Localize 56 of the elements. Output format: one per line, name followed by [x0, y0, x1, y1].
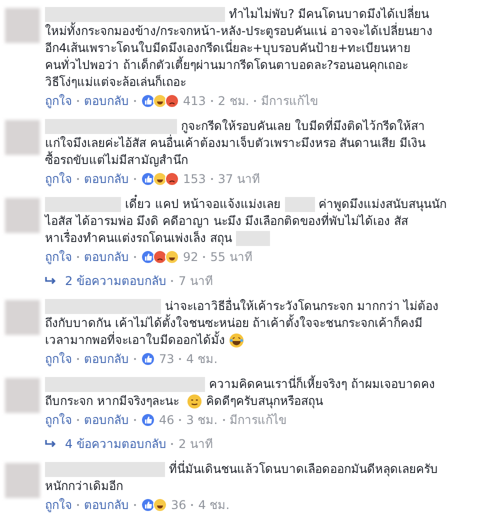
reply-link[interactable]: ตอบกลับ	[84, 411, 129, 429]
reply-link[interactable]: ตอบกลับ	[84, 248, 129, 266]
comment-text: ไอสัส ได้อารมพ่อ มึงดิ คดีอาญา นะมึง มึงเลือกติดของที่พับไม่ได้เอง สัส	[45, 213, 408, 230]
avatar[interactable]	[5, 120, 40, 155]
reaction-count: 36	[171, 497, 186, 514]
comment-text: หนักกว่าเดิมอีก	[45, 478, 123, 495]
reaction-count: 153	[183, 171, 206, 188]
avatar[interactable]	[5, 198, 40, 233]
comment-text: ใหม่ทั้งกระจกมองข้าง/กระจกหน้า-หลัง-ประตูรอบคันแน่ อาจจะได้เปลี่ยนยาง	[45, 23, 433, 40]
reply-link[interactable]: ตอบกลับ	[84, 170, 129, 188]
like-link[interactable]: ถูกใจ	[45, 496, 72, 514]
reply-arrow-icon	[45, 276, 57, 286]
reply-link[interactable]: ตอบกลับ	[84, 92, 129, 110]
avatar[interactable]	[5, 300, 40, 335]
reaction-count: 92	[183, 249, 198, 266]
comment-text: ซื้อรถขับแต่ไม่มีสามัญสำนึก	[45, 152, 188, 169]
comment-text: ที่นี่มันเดินชนแล้วโดนบาดเลือดออกมันดีหลุดเลยครับ	[169, 461, 438, 478]
comment-text: กูจะกรีดให้รอบคันเลย ใบมีดที่มึงติดไว้กรีดให้สา	[181, 118, 425, 134]
avatar[interactable]	[5, 8, 40, 43]
replies-link[interactable]: 2 ข้อความตอบกลับ 7 นาที	[45, 272, 475, 290]
reply-link[interactable]: ตอบกลับ	[84, 496, 129, 514]
comment-time[interactable]: 3 ชม.	[186, 411, 218, 429]
like-link[interactable]: ถูกใจ	[45, 170, 72, 188]
comment-text: ทำไมไม่พับ? มีคนโดนบาดมึงได้เปลี่ยน	[229, 6, 430, 22]
like-link[interactable]: ถูกใจ	[45, 248, 72, 266]
comment-text: เดี๋ยว แคป หน้าจอแจ้งแม่งเลย	[125, 196, 281, 213]
edited-label[interactable]: มีการแก้ไข	[261, 92, 318, 110]
replies-link[interactable]: 4 ข้อความตอบกลับ 2 นาที	[45, 435, 475, 453]
reaction-count: 413	[183, 93, 206, 110]
comment-text: ถีบกระจก หากมีจริงๆละนะ	[45, 393, 179, 410]
comment-text: น่าจะเอาวิธีอื่นให้เค้าระวังโดนกระจก มากกว่า ไม่ต้อง	[165, 298, 439, 314]
comment-text: อีก4เส้นเพราะโดนใบมีดมึงเองกรีดเนี่ยละ+บุบรอบคันป้าย+ทะเบียนหาย	[45, 40, 411, 56]
reaction-count: 46	[159, 412, 174, 429]
reaction-count: 73	[159, 351, 174, 368]
comment-text: วิธีโง่ๆแม่แต่จะล้อเล่นก็เถอะ	[45, 74, 186, 91]
comment-text: ถึงกับบาดกัน เค้าไม่ได้ตั้งใจชนซะหน่อย ถ้าเค้าตั้งใจจะชนกระจกเค้าก็คงมี	[45, 315, 423, 331]
comment-time[interactable]: 55 นาที	[210, 248, 252, 266]
comment-text: เวลามากพอที่จะเอาใบมีดออกได้มั้ง	[45, 332, 225, 349]
comment-text: คนทั่วไปพอว่า ถ้าเด็กตัวเตี้ยๆผ่านมากรีดโดนตาบอดละ?รอนอนคุกเถอะ	[45, 57, 408, 74]
like-link[interactable]: ถูกใจ	[45, 411, 72, 429]
reply-arrow-icon	[45, 439, 57, 449]
comment-time[interactable]: 4 ชม.	[198, 496, 230, 514]
like-link[interactable]: ถูกใจ	[45, 350, 72, 368]
comment-time[interactable]: 2 ชม.	[218, 92, 250, 110]
edited-label[interactable]: มีการแก้ไข	[230, 411, 287, 429]
comment-text: แก่ใจมึงเลยค่ะไอ้สัส คนอื่นเค้าต้องมาเจ็บตัวเพราะมึงหรอ สันดานเสีย มีเงิน	[45, 135, 426, 151]
avatar[interactable]	[5, 463, 40, 498]
comment-text: ค่าพูดมึงแม่งสนับสนุนนัก	[318, 196, 447, 212]
reply-link[interactable]: ตอบกลับ	[84, 350, 129, 368]
comment-text: หาเรื่องทำคนแต่งรถโดนเพ่งเล็ง สถุน	[45, 230, 232, 247]
like-link[interactable]: ถูกใจ	[45, 92, 72, 110]
comment-text: ความคิดคนเรานี่ก็เหี้ยจริงๆ ถ้าผมเจอบาดคง	[209, 376, 435, 393]
comment-time[interactable]: 37 นาที	[218, 170, 260, 188]
comment-text: คิดดีๆครับสนุกหรือสถุน	[206, 393, 323, 410]
avatar[interactable]	[5, 378, 40, 413]
comment-time[interactable]: 4 ชม.	[186, 350, 218, 368]
